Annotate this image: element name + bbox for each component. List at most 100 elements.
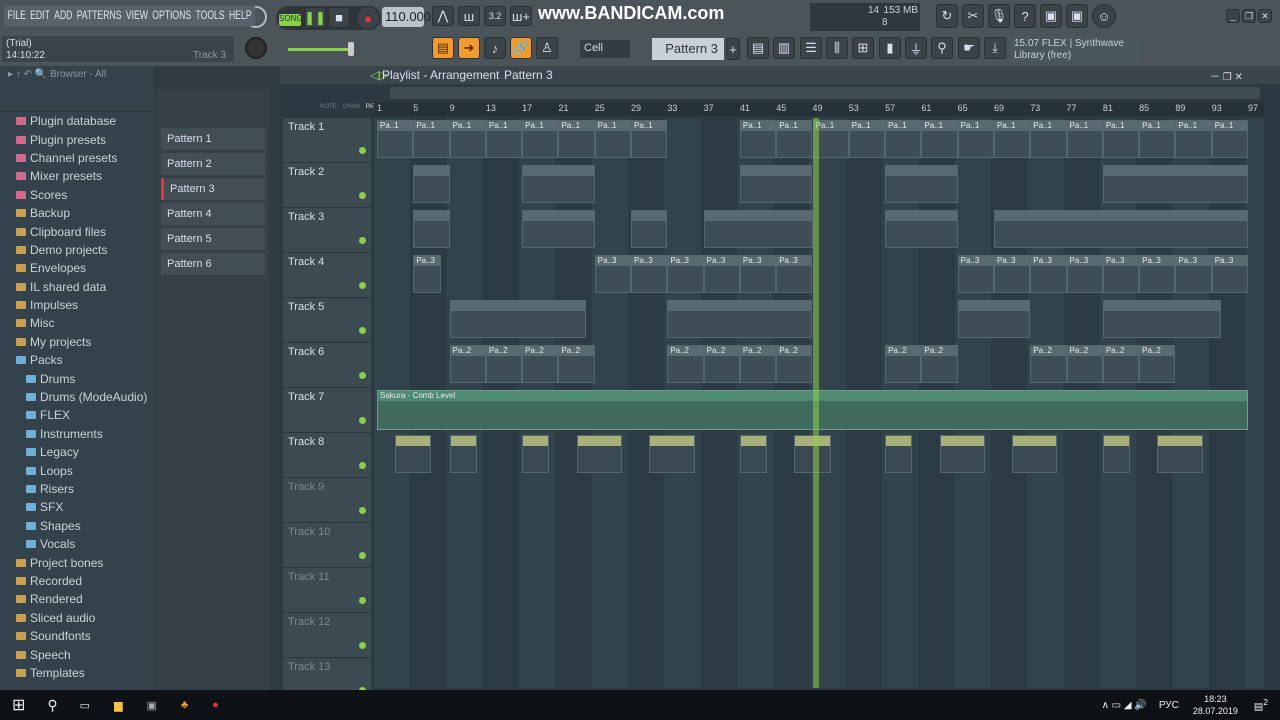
track-header[interactable]: Track 7 — [283, 388, 371, 433]
browser-item[interactable]: Shapes — [0, 517, 155, 535]
pattern-clip[interactable]: Pa..1 — [957, 120, 994, 158]
browser-item[interactable]: Drums (ModeAudio) — [0, 388, 155, 406]
pattern-clip[interactable] — [739, 165, 813, 203]
pattern-clip[interactable] — [522, 210, 595, 248]
track-header[interactable]: Track 4 — [283, 253, 371, 298]
pattern-clip[interactable]: Pa..2 — [667, 345, 704, 383]
track-header[interactable]: Track 6 — [283, 343, 371, 388]
menu-add[interactable]: ADD — [54, 8, 72, 24]
cut-icon[interactable]: ✂ — [962, 4, 984, 28]
menu-tools[interactable]: TOOLS — [195, 8, 224, 24]
pattern-clip[interactable]: Pa..2 — [776, 345, 813, 383]
save-new-icon[interactable]: ▣ — [1066, 4, 1088, 28]
pattern-clip[interactable]: Pa..1 — [1211, 120, 1248, 158]
download-icon[interactable]: ⤓ — [984, 37, 1006, 59]
browser-item[interactable]: Envelopes — [0, 259, 155, 277]
bandicam-icon[interactable]: ● — [212, 699, 219, 711]
pattern-clip[interactable] — [449, 300, 586, 338]
pattern-clip[interactable] — [631, 210, 668, 248]
pattern-clip[interactable] — [885, 210, 958, 248]
pattern-clip[interactable] — [885, 165, 958, 203]
track-mute-led[interactable] — [359, 147, 366, 154]
menu-patterns[interactable]: PATTERNS — [77, 8, 122, 24]
track-header[interactable]: Track 8 — [283, 433, 371, 478]
pattern-item[interactable]: Pattern 5 — [161, 228, 265, 250]
pattern-clip[interactable] — [667, 300, 813, 338]
pattern-clip[interactable] — [1102, 165, 1248, 203]
restore-icon[interactable]: ❐ — [1242, 9, 1256, 23]
master-pitch-slider[interactable] — [288, 48, 350, 51]
menu-edit[interactable]: EDIT — [30, 8, 50, 24]
pattern-clip[interactable]: Pa..1 — [594, 120, 632, 158]
browser-item[interactable]: Loops — [0, 461, 155, 479]
clock[interactable]: 18:23 28.07.2019 — [1193, 693, 1238, 717]
pattern-clip[interactable]: Pa..3 — [667, 255, 704, 293]
pattern-clip[interactable]: Pa..3 — [1102, 255, 1140, 293]
pattern-clip[interactable]: Pa..3 — [1211, 255, 1248, 293]
browser-item[interactable]: Impulses — [0, 296, 155, 314]
typing-keyboard-icon[interactable]: ♙ — [536, 37, 558, 59]
pattern-clip[interactable]: Pa..3 — [594, 255, 632, 293]
arrow-icon[interactable]: ➜ — [458, 37, 480, 59]
ruler-note[interactable]: NOTE — [320, 104, 337, 110]
audio-clip[interactable] — [1102, 435, 1131, 473]
pattern-clip[interactable]: Pa..1 — [558, 120, 595, 158]
master-pitch-knob[interactable] — [245, 37, 267, 59]
audio-clip[interactable] — [939, 435, 985, 473]
browser-item[interactable]: Legacy — [0, 443, 155, 461]
browser-item[interactable]: Vocals — [0, 535, 155, 553]
plugin-icon[interactable]: ⏚ — [905, 37, 927, 59]
pattern-clip[interactable]: Pa..1 — [993, 120, 1031, 158]
audio-clip[interactable] — [739, 435, 768, 473]
pattern-clip[interactable]: Pa..2 — [558, 345, 595, 383]
pattern-clip[interactable]: Pa..1 — [921, 120, 958, 158]
pattern-clip[interactable]: Pa..1 — [413, 120, 450, 158]
audio-clip[interactable] — [1157, 435, 1203, 473]
track-header[interactable]: Track 12 — [283, 613, 371, 658]
pattern-clip[interactable]: Pa..3 — [993, 255, 1031, 293]
ruler-chan[interactable]: CHAN — [343, 104, 360, 110]
track-header[interactable]: Track 1 — [283, 118, 371, 163]
pattern-clip[interactable]: Pa..1 — [848, 120, 886, 158]
track-header[interactable]: Track 11 — [283, 568, 371, 613]
pattern-clip[interactable]: Pa..3 — [631, 255, 668, 293]
project-icon[interactable]: ▮ — [879, 37, 901, 59]
audio-clip[interactable] — [649, 435, 695, 473]
browser-item[interactable]: Project bones — [0, 553, 155, 571]
news-panel[interactable]: 15.07 FLEX | Synthwave Library (free) — [1010, 36, 1140, 62]
close-icon[interactable]: ✕ — [1258, 9, 1272, 23]
browser-item[interactable]: Risers — [0, 480, 155, 498]
slide-icon[interactable]: ♪ — [484, 37, 506, 59]
menu-options[interactable]: OPTIONS — [152, 8, 191, 24]
pattern-clip[interactable]: Pa..3 — [413, 255, 441, 293]
pattern-clip[interactable]: Pa..3 — [776, 255, 813, 293]
audio-clip[interactable] — [395, 435, 432, 473]
search-icon[interactable]: ⚲ — [47, 697, 57, 714]
notification-icon[interactable]: ▤2 — [1254, 697, 1268, 712]
track-header[interactable]: Track 5 — [283, 298, 371, 343]
pattern-clip[interactable]: Pa..3 — [1030, 255, 1067, 293]
pattern-clip[interactable]: Pa..2 — [921, 345, 958, 383]
track-mute-led[interactable] — [359, 507, 366, 514]
browser-item[interactable]: Templates — [0, 664, 155, 682]
metronome-icon[interactable]: ⋀ — [432, 6, 454, 26]
browser-item[interactable]: Plugin database — [0, 112, 155, 130]
task-view-icon[interactable]: ▭ — [80, 699, 90, 712]
help-icon[interactable]: ? — [1014, 4, 1036, 28]
track-mute-led[interactable] — [359, 237, 366, 244]
tray-icons[interactable]: ∧ ▭ ◢ 🔊 — [1102, 700, 1147, 711]
pattern-clip[interactable]: Pa..2 — [485, 345, 523, 383]
audio-clip[interactable] — [449, 435, 477, 473]
pattern-clip[interactable]: Pa..1 — [377, 120, 414, 158]
add-pattern-button[interactable]: + — [726, 38, 740, 60]
pattern-clip[interactable]: Pa..1 — [1066, 120, 1103, 158]
audio-clip[interactable] — [522, 435, 550, 473]
timeline-ruler[interactable]: 1 5 9 13 17 21 25 29 33 37 41 45 49 53 57 61 65 69 73 77 81 8… — [374, 102, 1264, 116]
tempo-display[interactable]: 110.000 — [382, 7, 431, 27]
pattern-clip[interactable]: Pa..3 — [739, 255, 777, 293]
pattern-selector[interactable]: Pattern 3 — [652, 38, 724, 60]
pattern-clip[interactable]: Pa..2 — [1030, 345, 1067, 383]
browser-item[interactable]: IL shared data — [0, 278, 155, 296]
pattern-clip[interactable]: Pa..2 — [739, 345, 777, 383]
pattern-item[interactable]: Pattern 1 — [161, 128, 265, 150]
